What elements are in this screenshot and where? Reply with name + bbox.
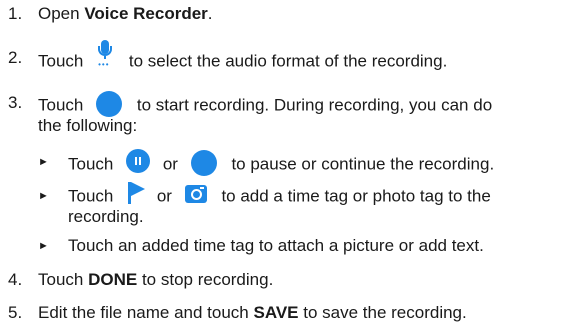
step-number: 5. (8, 303, 23, 322)
step-number: 3. (8, 93, 23, 112)
button-name: DONE (88, 270, 138, 289)
pause-icon (126, 149, 151, 173)
step-number: 2. (8, 48, 23, 67)
step-text: Touch (38, 51, 84, 71)
step-text: Touch (38, 95, 84, 115)
record-icon (190, 150, 217, 176)
step-text: to start recording. During recording, yo… (136, 95, 493, 115)
step-number: 1. (8, 4, 23, 23)
step-number: 4. (8, 270, 23, 289)
step-text: to select the audio format of the record… (128, 51, 448, 71)
bullet-arrow-icon: ► (38, 190, 49, 202)
camera-icon (184, 185, 207, 203)
microphone-icon: ••• (96, 40, 114, 69)
flag-icon (126, 182, 146, 204)
step-text: Open (38, 4, 85, 23)
button-name: SAVE (253, 303, 299, 322)
record-icon (96, 91, 123, 117)
bullet-arrow-icon: ► (38, 156, 49, 168)
bullet-arrow-icon: ► (38, 240, 49, 252)
app-name: Voice Recorder (84, 4, 208, 23)
